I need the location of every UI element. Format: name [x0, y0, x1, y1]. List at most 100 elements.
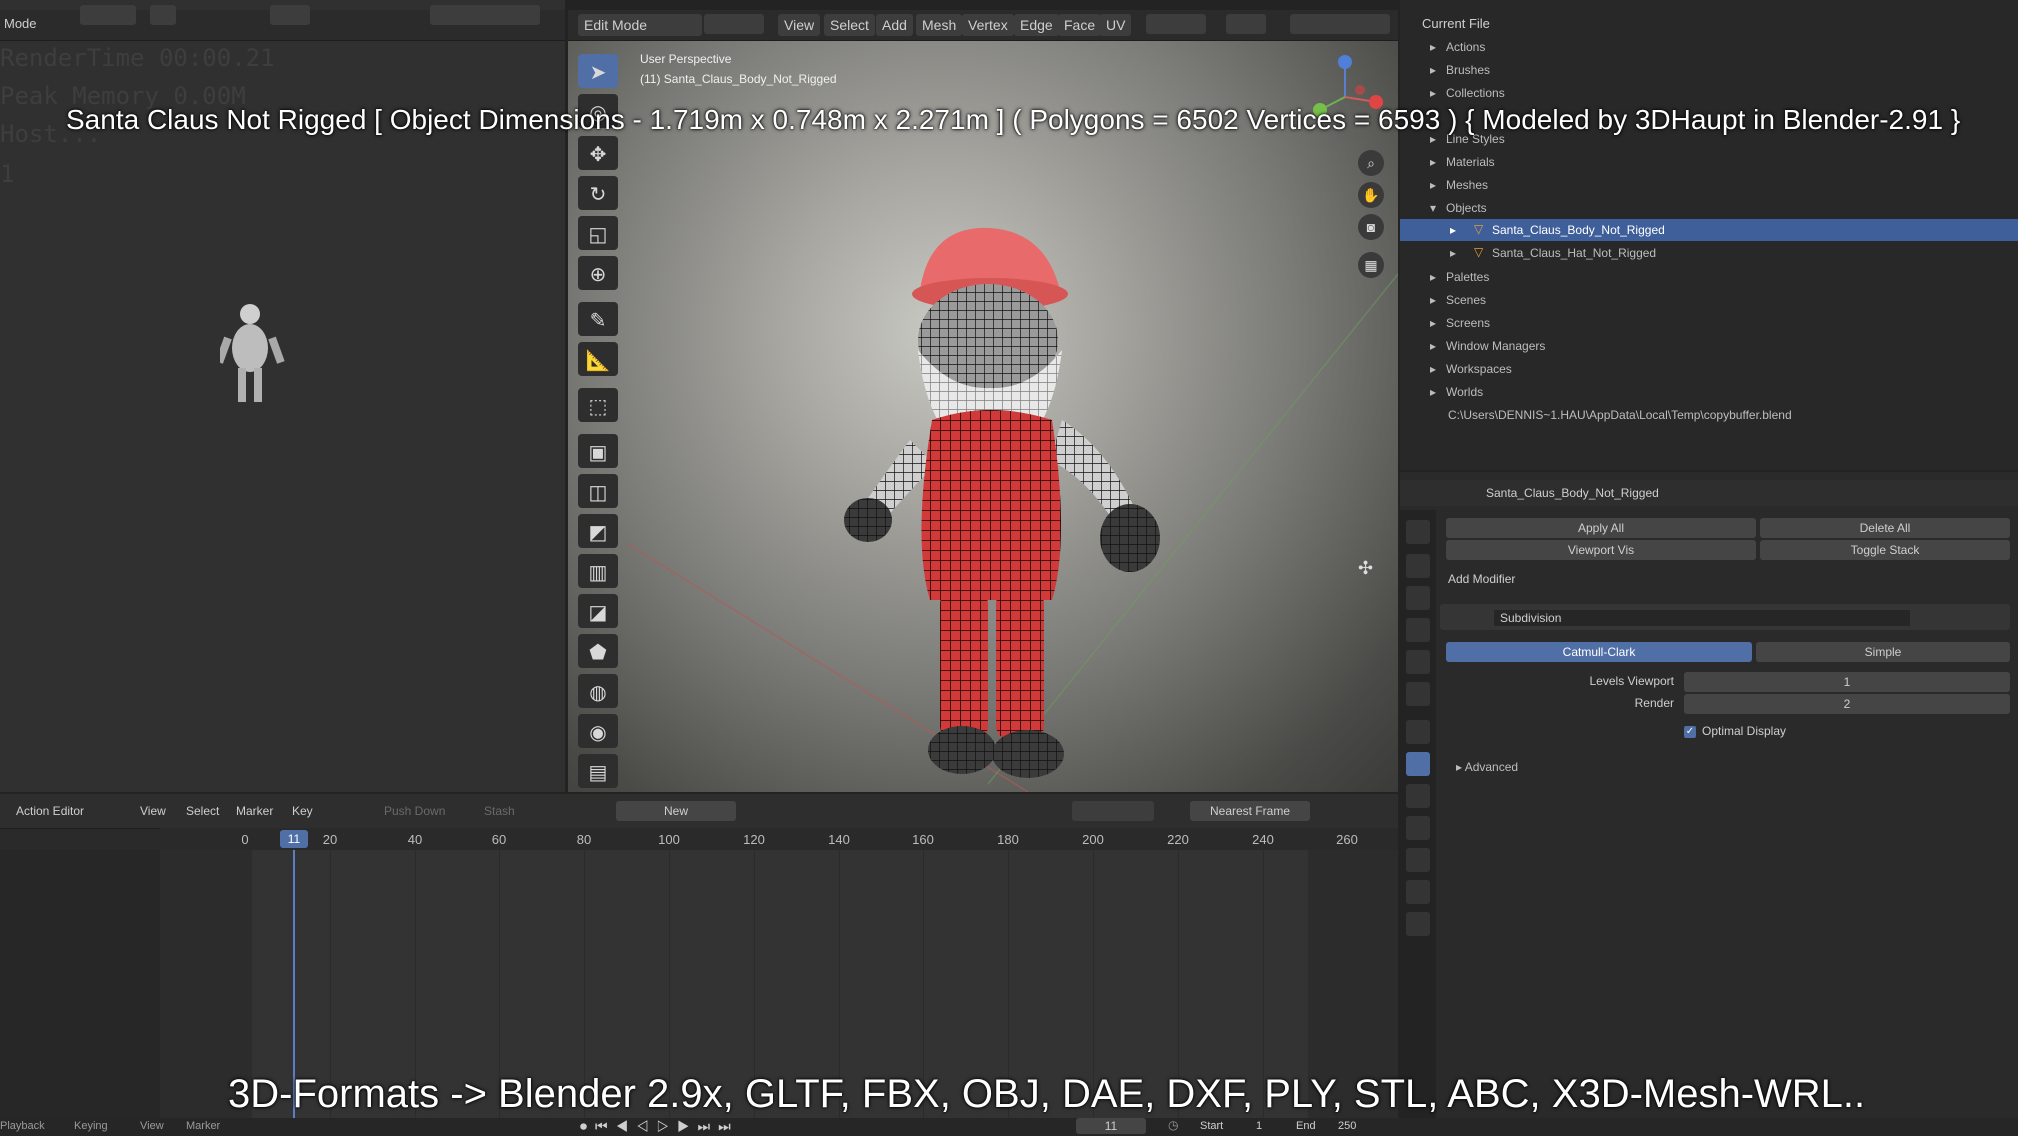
world-tab-icon[interactable]: [1406, 682, 1430, 706]
bevel-icon[interactable]: ◩: [578, 514, 618, 548]
santa-claus-model[interactable]: [840, 220, 1220, 790]
frame-tick-label: 60: [491, 832, 507, 847]
add-cube-icon[interactable]: ⬚: [578, 388, 618, 422]
view-layer-tab-icon[interactable]: [1406, 618, 1430, 642]
filter-icons[interactable]: [1072, 801, 1154, 821]
blend-file-path: C:\Users\DENNIS~1.HAU\AppData\Local\Temp…: [1448, 408, 1792, 422]
mode-dropdown[interactable]: Mode: [4, 16, 37, 31]
frame-tick-label: 160: [912, 832, 934, 847]
move-icon[interactable]: ✥: [578, 136, 618, 170]
object-tab-icon[interactable]: [1406, 720, 1430, 744]
spin-icon[interactable]: ◍: [578, 674, 618, 708]
outliner-root[interactable]: Current File: [1422, 16, 1490, 31]
timeline-menu-view[interactable]: View: [140, 804, 166, 818]
outliner-item-screens[interactable]: ▸ Screens: [1400, 312, 2018, 334]
push-down-button[interactable]: Push Down: [384, 804, 445, 818]
outliner-item-actions[interactable]: ▸ Actions: [1400, 36, 2018, 58]
shading-buttons[interactable]: [430, 5, 540, 25]
apply-all-button[interactable]: Apply All: [1446, 518, 1756, 538]
editor-type-dropdown[interactable]: Action Editor: [16, 804, 84, 818]
snap-dropdown[interactable]: Nearest Frame: [1190, 801, 1310, 821]
scene-tab-icon[interactable]: [1406, 650, 1430, 674]
outliner-item-materials[interactable]: ▸ Materials: [1400, 151, 2018, 173]
keying-menu[interactable]: Keying: [74, 1120, 108, 1132]
catmull-clark-button[interactable]: Catmull-Clark: [1446, 642, 1752, 662]
transform-icon[interactable]: ⊕: [578, 256, 618, 290]
levels-viewport-field[interactable]: 1: [1684, 672, 2010, 692]
constraints-tab-icon[interactable]: [1406, 848, 1430, 872]
modifier-tab-icon[interactable]: [1406, 752, 1430, 776]
stat-index: 1: [0, 160, 15, 188]
smooth-icon[interactable]: ◉: [578, 714, 618, 748]
frame-tick-label: 100: [658, 832, 680, 847]
zoom-icon[interactable]: ⌕: [1358, 150, 1384, 176]
timeline-menu-key[interactable]: Key: [292, 804, 313, 818]
render-levels-field[interactable]: 2: [1684, 694, 2010, 714]
outliner-item-santa-body[interactable]: ▸ ▽ Santa_Claus_Body_Not_Rigged: [1400, 219, 2018, 241]
rotate-icon[interactable]: ↻: [578, 176, 618, 210]
extrude-icon[interactable]: ▣: [578, 434, 618, 468]
end-frame-value[interactable]: 250: [1338, 1120, 1356, 1132]
tool-tab-icon[interactable]: [1406, 520, 1430, 544]
footer-view-menu[interactable]: View: [140, 1120, 164, 1132]
outliner-item-window-managers[interactable]: ▸ Window Managers: [1400, 335, 2018, 357]
data-tab-icon[interactable]: [1406, 880, 1430, 904]
footer-marker-menu[interactable]: Marker: [186, 1120, 220, 1132]
tool-shelf: ➤ ◎ ✥ ↻ ◱ ⊕ ✎ 📐 ⬚ ▣ ◫ ◩ ▥ ◪ ⬟ ◍ ◉ ▤: [578, 50, 622, 790]
outliner-item-workspaces[interactable]: ▸ Workspaces: [1400, 358, 2018, 380]
santa-thumbnail: [220, 304, 285, 402]
playback-menu[interactable]: Playback: [0, 1120, 45, 1132]
modifier-name-field[interactable]: Subdivision: [1494, 610, 1910, 626]
stash-button[interactable]: Stash: [484, 804, 515, 818]
outliner-item-objects[interactable]: ▾ Objects: [1400, 197, 2018, 219]
frame-tick-label: 260: [1336, 832, 1358, 847]
outliner-item-collections[interactable]: ▸ Collections: [1400, 82, 2018, 104]
poly-build-icon[interactable]: ⬟: [578, 634, 618, 668]
material-tab-icon[interactable]: [1406, 912, 1430, 936]
frame-ruler[interactable]: [160, 828, 1398, 850]
output-tab-icon[interactable]: [1406, 586, 1430, 610]
render-time-stat: RenderTime 00:00.21: [0, 44, 275, 72]
knife-icon[interactable]: ◪: [578, 594, 618, 628]
viewport-vis-button[interactable]: Viewport Vis: [1446, 540, 1756, 560]
playback-controls-icons[interactable]: ⏺⏮◀◁▷▶⏭⏭: [580, 1118, 739, 1135]
advanced-panel[interactable]: ▸ Advanced: [1456, 760, 1518, 774]
clock-icon: ◷: [1168, 1118, 1179, 1132]
outliner-item-palettes[interactable]: ▸ Palettes: [1400, 266, 2018, 288]
delete-all-button[interactable]: Delete All: [1760, 518, 2010, 538]
annotate-icon[interactable]: ✎: [578, 302, 618, 336]
timeline-menu-select[interactable]: Select: [186, 804, 219, 818]
render-tab-icon[interactable]: [1406, 554, 1430, 578]
select-mode-buttons[interactable]: [80, 5, 136, 25]
scale-icon[interactable]: ◱: [578, 216, 618, 250]
new-action-button[interactable]: New: [616, 801, 736, 821]
select-box-icon[interactable]: ➤: [578, 54, 618, 88]
frame-tick-label: 20: [322, 832, 338, 847]
frame-tick-label: 40: [407, 832, 423, 847]
current-frame-indicator[interactable]: 11: [280, 830, 308, 848]
start-frame-value[interactable]: 1: [1256, 1120, 1262, 1132]
frame-tick-label: 80: [576, 832, 592, 847]
pan-hand-icon[interactable]: ✋: [1358, 182, 1384, 208]
add-modifier-dropdown[interactable]: Add Modifier: [1448, 572, 1515, 586]
tool-settings-icon[interactable]: [270, 5, 310, 25]
current-frame-field[interactable]: 11: [1076, 1118, 1146, 1134]
particles-tab-icon[interactable]: [1406, 784, 1430, 808]
outliner-item-santa-hat[interactable]: ▸ ▽ Santa_Claus_Hat_Not_Rigged: [1400, 242, 2018, 264]
outliner-item-brushes[interactable]: ▸ Brushes: [1400, 59, 2018, 81]
physics-tab-icon[interactable]: [1406, 816, 1430, 840]
shrink-icon[interactable]: ▤: [578, 754, 618, 788]
menu-icon[interactable]: [150, 5, 176, 25]
inset-icon[interactable]: ◫: [578, 474, 618, 508]
measure-icon[interactable]: 📐: [578, 342, 618, 376]
toggle-stack-button[interactable]: Toggle Stack: [1760, 540, 2010, 560]
optimal-display-checkbox[interactable]: ✓: [1684, 726, 1696, 738]
perspective-toggle-icon[interactable]: ▦: [1358, 252, 1384, 278]
outliner-item-worlds[interactable]: ▸ Worlds: [1400, 381, 2018, 403]
outliner-item-scenes[interactable]: ▸ Scenes: [1400, 289, 2018, 311]
camera-icon[interactable]: ◙: [1358, 214, 1384, 240]
simple-button[interactable]: Simple: [1756, 642, 2010, 662]
loop-cut-icon[interactable]: ▥: [578, 554, 618, 588]
outliner-item-meshes[interactable]: ▸ Meshes: [1400, 174, 2018, 196]
timeline-menu-marker[interactable]: Marker: [236, 804, 273, 818]
